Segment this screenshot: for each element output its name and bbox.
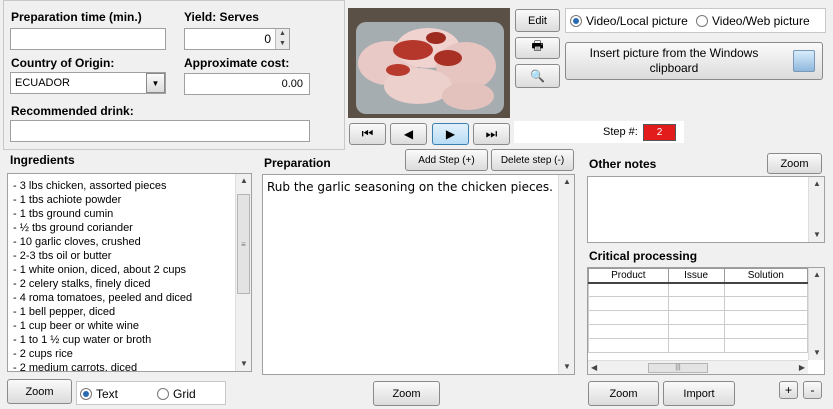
preparation-scrollbar[interactable]: ▲ ▼ bbox=[558, 175, 574, 374]
insert-clipboard-button[interactable]: Insert picture from the Windows clipboar… bbox=[565, 42, 823, 80]
other-notes-textarea[interactable]: ▲ ▼ bbox=[587, 176, 825, 243]
radio-web-label: Video/Web picture bbox=[712, 14, 810, 28]
list-item: - ½ tbs ground coriander bbox=[13, 222, 133, 234]
step-label: Step #: bbox=[603, 126, 638, 138]
ingredients-title: Ingredients bbox=[10, 153, 75, 167]
critical-hscroll[interactable]: ◀ ||| ▶ bbox=[588, 360, 808, 374]
edit-button[interactable]: Edit bbox=[515, 9, 560, 32]
table-row[interactable] bbox=[588, 338, 809, 353]
scroll-down-icon[interactable]: ▼ bbox=[809, 228, 825, 242]
next-step-icon[interactable]: ▶ bbox=[432, 123, 469, 145]
critical-zoom-button[interactable]: Zoom bbox=[588, 381, 659, 406]
yield-spinner[interactable]: ▲ ▼ bbox=[275, 29, 289, 49]
preparation-text: Rub the garlic seasoning on the chicken … bbox=[267, 180, 553, 194]
spin-down-icon[interactable]: ▼ bbox=[276, 39, 289, 49]
list-item: - 1 to 1 ½ cup water or broth bbox=[13, 334, 152, 346]
list-item: - 1 bell pepper, diced bbox=[13, 306, 116, 318]
prep-time-input[interactable] bbox=[10, 28, 166, 50]
drink-label: Recommended drink: bbox=[11, 104, 134, 118]
spin-up-icon[interactable]: ▲ bbox=[276, 29, 289, 39]
yield-label: Yield: Serves bbox=[184, 10, 259, 24]
prep-time-label: Preparation time (min.) bbox=[11, 10, 142, 24]
list-item: - 10 garlic cloves, crushed bbox=[13, 236, 141, 248]
scroll-down-icon[interactable]: ▼ bbox=[559, 360, 575, 374]
radio-checked-icon[interactable] bbox=[80, 388, 92, 400]
insert-clipboard-label: Insert picture from the Windows clipboar… bbox=[589, 46, 759, 75]
radio-text[interactable]: Text bbox=[80, 387, 118, 401]
radio-local[interactable]: Video/Local picture bbox=[570, 14, 688, 28]
table-row[interactable] bbox=[588, 324, 809, 339]
scroll-up-icon[interactable]: ▲ bbox=[559, 175, 575, 189]
radio-grid-label: Grid bbox=[173, 387, 196, 401]
step-number: 2 bbox=[643, 124, 676, 141]
list-item: - 2-3 tbs oil or butter bbox=[13, 250, 112, 262]
cost-label: Approximate cost: bbox=[184, 56, 290, 70]
radio-text-label: Text bbox=[96, 387, 119, 401]
scroll-up-icon[interactable]: ▲ bbox=[809, 177, 825, 191]
first-step-icon[interactable]: ⏮ bbox=[349, 123, 386, 145]
col-product[interactable]: Product bbox=[588, 268, 669, 284]
scroll-right-icon[interactable]: ▶ bbox=[799, 361, 805, 374]
cost-input[interactable]: 0.00 bbox=[184, 73, 310, 95]
table-row[interactable] bbox=[588, 296, 809, 311]
critical-grid[interactable]: Product Issue Solution ▲ ▼ ◀ ||| ▶ bbox=[587, 267, 825, 375]
radio-grid[interactable]: Grid bbox=[157, 387, 196, 401]
list-item: - 2 medium carrots. diced bbox=[13, 362, 138, 372]
add-row-button[interactable]: + bbox=[779, 381, 798, 399]
critical-vscroll[interactable]: ▲ ▼ bbox=[808, 268, 824, 360]
scroll-down-icon[interactable]: ▼ bbox=[809, 346, 824, 360]
print-preview-icon[interactable]: 🔍 bbox=[515, 64, 560, 88]
list-item: - 2 celery stalks, finely diced bbox=[13, 278, 151, 290]
other-notes-title: Other notes bbox=[589, 157, 657, 171]
scroll-up-icon[interactable]: ▲ bbox=[236, 174, 251, 188]
critical-title: Critical processing bbox=[589, 249, 698, 263]
recipe-picture bbox=[348, 8, 510, 118]
print-icon[interactable]: 🖶 bbox=[515, 37, 560, 59]
ingredients-scrollbar[interactable]: ▲ ≡ ▼ bbox=[235, 174, 251, 371]
last-step-icon[interactable]: ⏭ bbox=[473, 123, 510, 145]
list-item: - 1 tbs achiote powder bbox=[13, 194, 122, 206]
scroll-left-icon[interactable]: ◀ bbox=[591, 361, 597, 374]
notes-zoom-button[interactable]: Zoom bbox=[767, 153, 822, 174]
col-issue[interactable]: Issue bbox=[667, 268, 725, 284]
chevron-down-icon[interactable]: ▼ bbox=[146, 73, 165, 93]
preparation-title: Preparation bbox=[264, 156, 331, 170]
drink-input[interactable] bbox=[10, 120, 310, 142]
scroll-down-icon[interactable]: ▼ bbox=[236, 357, 251, 371]
radio-web[interactable]: Video/Web picture bbox=[696, 14, 810, 28]
hscroll-thumb[interactable]: ||| bbox=[648, 363, 708, 373]
list-item: - 2 cups rice bbox=[13, 348, 73, 360]
list-item: - 4 roma tomatoes, peeled and diced bbox=[13, 292, 193, 304]
ingredients-zoom-button[interactable]: Zoom bbox=[7, 379, 72, 404]
notes-scrollbar[interactable]: ▲ ▼ bbox=[808, 177, 824, 242]
add-step-button[interactable]: Add Step (+) bbox=[405, 149, 488, 171]
country-label: Country of Origin: bbox=[11, 56, 115, 70]
table-row[interactable] bbox=[588, 310, 809, 325]
col-solution[interactable]: Solution bbox=[723, 268, 809, 284]
radio-checked-icon[interactable] bbox=[570, 15, 582, 27]
delete-step-button[interactable]: Delete step (-) bbox=[491, 149, 574, 171]
list-item: - 3 lbs chicken, assorted pieces bbox=[13, 180, 167, 192]
list-item: - 1 tbs ground cumin bbox=[13, 208, 114, 220]
table-row[interactable] bbox=[588, 282, 809, 297]
remove-row-button[interactable]: - bbox=[803, 381, 822, 399]
scroll-up-icon[interactable]: ▲ bbox=[809, 268, 824, 282]
preparation-zoom-button[interactable]: Zoom bbox=[373, 381, 440, 406]
clipboard-monitor-icon bbox=[793, 50, 815, 72]
scroll-thumb[interactable]: ≡ bbox=[237, 194, 250, 294]
import-button[interactable]: Import bbox=[663, 381, 735, 406]
preparation-textarea[interactable]: Rub the garlic seasoning on the chicken … bbox=[262, 174, 575, 375]
list-item: - 1 white onion, diced, about 2 cups bbox=[13, 264, 187, 276]
prev-step-icon[interactable]: ◀ bbox=[390, 123, 427, 145]
country-select[interactable]: ECUADOR bbox=[10, 72, 166, 94]
list-item: - 1 cup beer or white wine bbox=[13, 320, 139, 332]
ingredients-list[interactable]: - 3 lbs chicken, assorted pieces - 1 tbs … bbox=[7, 173, 252, 372]
radio-unchecked-icon[interactable] bbox=[696, 15, 708, 27]
radio-local-label: Video/Local picture bbox=[586, 14, 688, 28]
radio-unchecked-icon[interactable] bbox=[157, 388, 169, 400]
